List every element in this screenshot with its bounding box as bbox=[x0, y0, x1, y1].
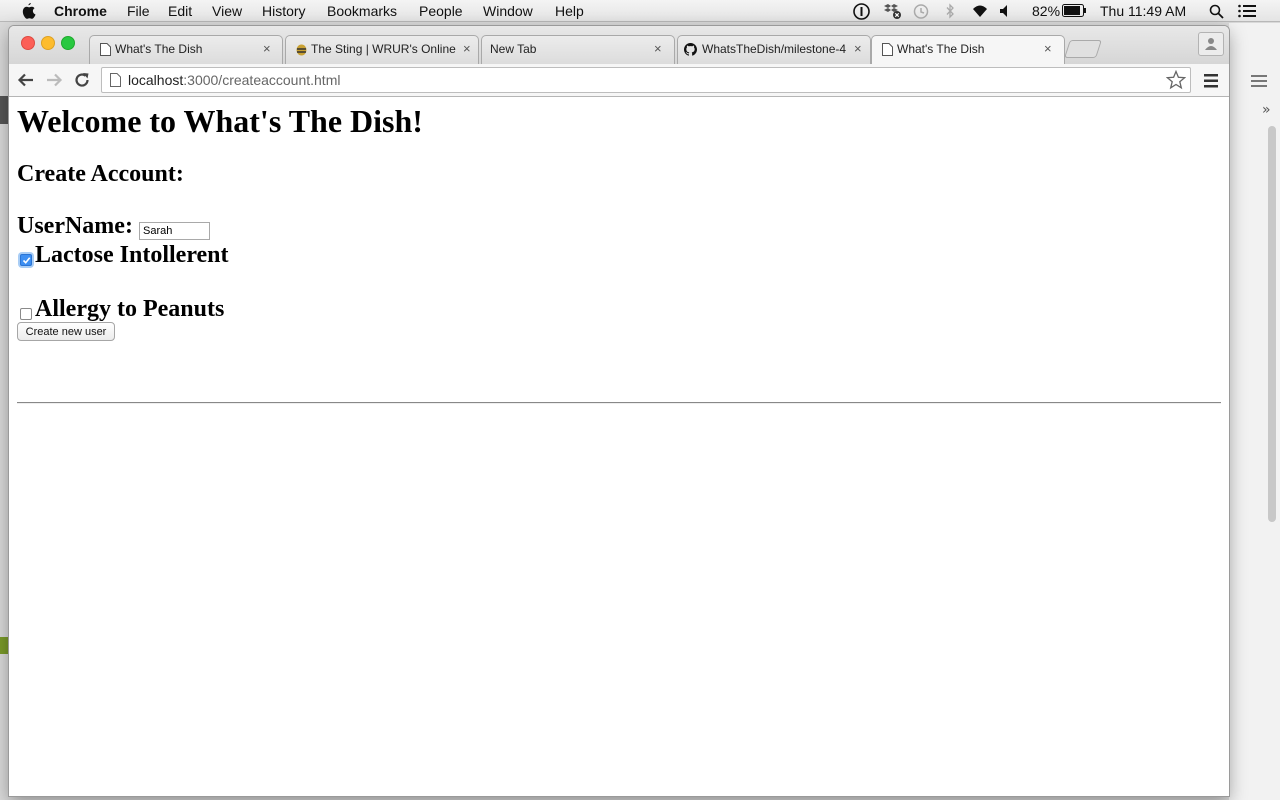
page-icon bbox=[100, 43, 111, 56]
lactose-intolerant-checkbox[interactable] bbox=[20, 254, 32, 266]
address-bar[interactable]: localhost:3000/createaccount.html bbox=[101, 67, 1191, 93]
menu-file[interactable]: File bbox=[127, 2, 150, 20]
page-icon bbox=[882, 43, 893, 56]
background-scrollbar bbox=[1268, 126, 1276, 522]
time-machine-icon[interactable] bbox=[912, 3, 930, 20]
tab-github-milestone[interactable]: WhatsTheDish/milestone-4 × bbox=[677, 35, 871, 64]
url-host: localhost bbox=[128, 72, 184, 88]
menu-people[interactable]: People bbox=[419, 2, 463, 20]
menu-bookmarks[interactable]: Bookmarks bbox=[327, 2, 397, 20]
tab-new-tab[interactable]: New Tab × bbox=[481, 35, 675, 64]
onepassword-icon[interactable] bbox=[853, 3, 870, 20]
tab-close-icon[interactable]: × bbox=[654, 41, 662, 56]
browser-window: What's The Dish × The Sting | WRUR's Onl… bbox=[9, 26, 1229, 796]
bookmark-star-icon[interactable] bbox=[1166, 70, 1186, 90]
background-edge bbox=[0, 96, 9, 124]
forward-arrow-icon[interactable] bbox=[45, 71, 63, 89]
menu-edit[interactable]: Edit bbox=[168, 2, 192, 20]
create-account-heading: Create Account: bbox=[17, 161, 184, 187]
wifi-icon[interactable] bbox=[970, 3, 990, 19]
menu-history[interactable]: History bbox=[262, 2, 306, 20]
bee-icon bbox=[296, 44, 307, 56]
notification-center-icon[interactable] bbox=[1238, 4, 1256, 18]
tab-whats-the-dish-1[interactable]: What's The Dish × bbox=[89, 35, 283, 64]
hamburger-icon bbox=[1251, 75, 1267, 87]
username-label: UserName: bbox=[17, 213, 133, 239]
github-icon bbox=[684, 43, 697, 56]
tab-whats-the-dish-active[interactable]: What's The Dish × bbox=[871, 35, 1065, 64]
reload-icon[interactable] bbox=[73, 71, 91, 89]
back-arrow-icon[interactable] bbox=[17, 71, 35, 89]
tab-close-icon[interactable]: × bbox=[1044, 41, 1052, 56]
battery-icon[interactable] bbox=[1062, 4, 1087, 17]
spotlight-search-icon[interactable] bbox=[1209, 4, 1224, 19]
menu-app-name[interactable]: Chrome bbox=[54, 2, 107, 20]
tab-strip: What's The Dish × The Sting | WRUR's Onl… bbox=[9, 26, 1229, 64]
browser-toolbar: localhost:3000/createaccount.html bbox=[9, 64, 1229, 97]
menu-window[interactable]: Window bbox=[483, 2, 533, 20]
clock[interactable]: Thu 11:49 AM bbox=[1100, 2, 1186, 20]
checkmark-icon bbox=[22, 257, 31, 264]
chevron-right-icon: » bbox=[1262, 102, 1271, 118]
window-minimize-button[interactable] bbox=[41, 36, 55, 50]
create-new-user-button[interactable]: Create new user bbox=[17, 322, 115, 341]
lactose-intolerant-label: Lactose Intollerent bbox=[35, 242, 229, 268]
background-accent bbox=[0, 637, 9, 654]
menu-help[interactable]: Help bbox=[555, 2, 584, 20]
tab-the-sting[interactable]: The Sting | WRUR's Online × bbox=[285, 35, 479, 64]
tab-title: WhatsTheDish/milestone-4 bbox=[702, 42, 847, 56]
page-icon bbox=[110, 73, 121, 87]
profile-button[interactable] bbox=[1198, 32, 1224, 56]
peanut-allergy-label: Allergy to Peanuts bbox=[35, 296, 225, 322]
new-tab-button[interactable] bbox=[1064, 40, 1102, 58]
url-text[interactable]: localhost:3000/createaccount.html bbox=[128, 72, 340, 88]
tab-title: The Sting | WRUR's Online bbox=[311, 42, 456, 56]
tab-title: What's The Dish bbox=[115, 42, 203, 56]
window-zoom-button[interactable] bbox=[61, 36, 75, 50]
username-input[interactable] bbox=[139, 222, 210, 240]
peanut-allergy-checkbox[interactable] bbox=[20, 308, 32, 320]
bluetooth-icon[interactable] bbox=[945, 3, 955, 20]
page-content: Welcome to What's The Dish! Create Accou… bbox=[9, 97, 1229, 796]
chrome-menu-icon[interactable] bbox=[1202, 73, 1220, 89]
tab-close-icon[interactable]: × bbox=[263, 41, 271, 56]
horizontal-divider bbox=[17, 402, 1221, 404]
tab-title: What's The Dish bbox=[897, 42, 985, 56]
dropbox-sync-icon[interactable] bbox=[882, 3, 902, 20]
tab-close-icon[interactable]: × bbox=[854, 41, 862, 56]
tab-close-icon[interactable]: × bbox=[463, 41, 471, 56]
tab-title: New Tab bbox=[490, 42, 537, 56]
menu-view[interactable]: View bbox=[212, 2, 242, 20]
apple-icon[interactable] bbox=[20, 2, 36, 19]
battery-percent: 82% bbox=[1032, 3, 1061, 19]
page-title: Welcome to What's The Dish! bbox=[17, 103, 423, 139]
window-close-button[interactable] bbox=[21, 36, 35, 50]
menu-bar: Chrome File Edit View History Bookmarks … bbox=[0, 0, 1280, 22]
person-icon bbox=[1205, 38, 1217, 50]
url-path: :3000/createaccount.html bbox=[183, 72, 341, 88]
volume-icon[interactable] bbox=[999, 4, 1013, 18]
